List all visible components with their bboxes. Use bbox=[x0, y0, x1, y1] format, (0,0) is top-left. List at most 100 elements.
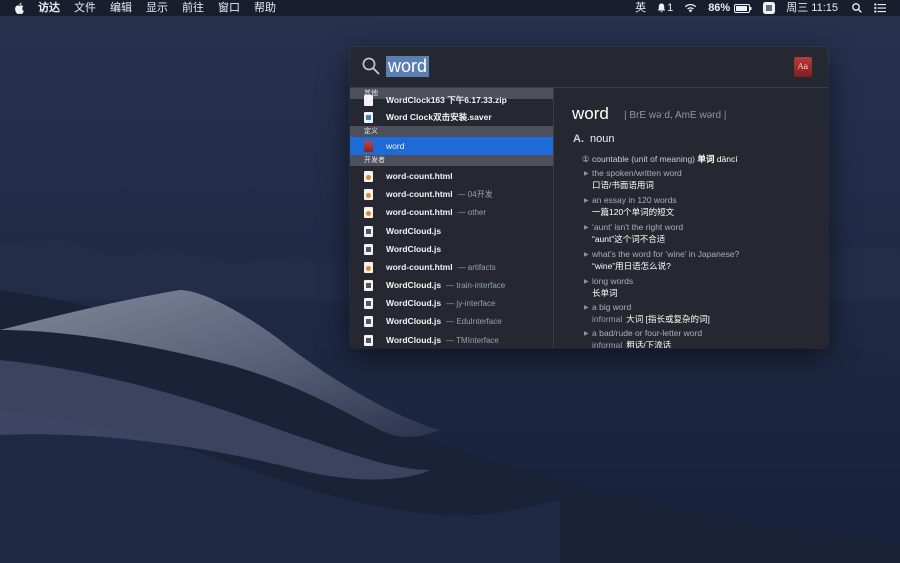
list-item[interactable]: word-count.html — 04开发 bbox=[350, 185, 553, 203]
list-item[interactable]: WordCloud.js bbox=[350, 240, 553, 258]
list-item[interactable]: Word Clock双击安装.saver bbox=[350, 108, 553, 126]
result-name: word-count.html bbox=[386, 171, 453, 181]
result-name: WordCloud.js bbox=[386, 226, 442, 236]
menu-file[interactable]: 文件 bbox=[74, 0, 96, 16]
html-file-icon bbox=[364, 170, 373, 182]
js-file-icon bbox=[364, 279, 373, 291]
result-location: — TMInterface bbox=[446, 335, 499, 345]
result-location: — train-interface bbox=[446, 280, 506, 290]
app-status-icon[interactable] bbox=[763, 2, 776, 14]
notification-bell-icon[interactable] bbox=[657, 3, 666, 13]
pos-label: noun bbox=[590, 133, 615, 145]
result-location: — jy-interface bbox=[446, 298, 496, 308]
js-file-icon bbox=[364, 315, 373, 327]
example-entry: ▶ the spoken/written word 口语/书面语用词 bbox=[584, 168, 682, 191]
menu-help[interactable]: 帮助 bbox=[254, 0, 276, 16]
example-chinese: “aunt”这个词不合适 bbox=[592, 234, 666, 244]
menu-window[interactable]: 窗口 bbox=[218, 0, 240, 16]
result-name: WordClock163 下午6.17.33.zip bbox=[386, 95, 507, 105]
example-chinese-line: informal 大词 [指长或复杂的词] bbox=[592, 313, 710, 325]
list-item[interactable]: word-count.html — artifacts bbox=[350, 258, 553, 276]
example-entry: ▶ what's the word for ‘wine’ in Japanese… bbox=[584, 249, 739, 272]
notification-count: 1 bbox=[667, 2, 674, 14]
menu-app-name[interactable]: 访达 bbox=[38, 0, 60, 16]
result-name: word-count.html bbox=[386, 189, 453, 199]
result-name: WordCloud.js bbox=[386, 335, 442, 345]
result-name: word-count.html bbox=[386, 262, 453, 272]
search-icon bbox=[362, 57, 380, 75]
example-entry: ▶ a big word informal 大词 [指长或复杂的词] bbox=[584, 302, 710, 325]
battery-percentage: 86% bbox=[708, 2, 731, 14]
spotlight-window: word Aa 其他 WordClock163 下午6.17.33.zip Wo… bbox=[350, 47, 828, 348]
example-english: an essay in 120 words bbox=[592, 195, 677, 205]
pos-letter: A. bbox=[573, 133, 584, 145]
example-chinese: 大词 [指长或复杂的词] bbox=[626, 314, 710, 324]
result-name: Word Clock双击安装.saver bbox=[386, 112, 492, 122]
list-item[interactable]: WordCloud.js — jy-interface bbox=[350, 294, 553, 312]
js-file-icon bbox=[364, 243, 373, 255]
example-chinese: 长单词 bbox=[592, 288, 618, 298]
example-chinese-line: informal 粗话/下流话 bbox=[592, 339, 702, 348]
example-chinese: 一篇120个单词的短文 bbox=[592, 207, 675, 217]
notification-center-icon[interactable] bbox=[874, 3, 886, 13]
bullet-triangle-icon: ▶ bbox=[584, 171, 589, 177]
menu-edit[interactable]: 编辑 bbox=[110, 0, 132, 16]
dictionary-pronunciation: | BrE wəːd, AmE wərd | bbox=[624, 110, 727, 121]
menu-view[interactable]: 显示 bbox=[146, 0, 168, 16]
register-tag: informal bbox=[592, 314, 623, 324]
example-english: a big word bbox=[592, 302, 632, 312]
zip-file-icon bbox=[364, 94, 373, 106]
result-location: — 04开发 bbox=[457, 189, 493, 199]
result-name: WordCloud.js bbox=[386, 280, 442, 290]
wifi-icon[interactable] bbox=[684, 3, 697, 13]
bullet-triangle-icon: ▶ bbox=[584, 225, 589, 231]
sense-chinese: 单词 bbox=[697, 154, 715, 164]
result-name: WordCloud.js bbox=[386, 244, 442, 254]
menu-go[interactable]: 前往 bbox=[182, 0, 204, 16]
example-chinese: 口语/书面语用词 bbox=[592, 180, 654, 190]
result-name: word bbox=[386, 141, 405, 151]
section-header-developer: 开发者 bbox=[350, 155, 553, 166]
search-input[interactable]: word bbox=[386, 56, 430, 77]
list-item[interactable]: WordClock163 下午6.17.33.zip bbox=[350, 94, 553, 106]
example-entry: ▶ an essay in 120 words 一篇120个单词的短文 bbox=[584, 195, 677, 218]
input-method-indicator[interactable]: 英 bbox=[635, 0, 646, 16]
list-item[interactable]: WordCloud.js — EduInterface bbox=[350, 312, 553, 330]
result-location: — EduInterface bbox=[446, 316, 502, 326]
list-item[interactable]: WordCloud.js bbox=[350, 222, 553, 240]
list-item[interactable]: WordCloud.js — train-interface bbox=[350, 276, 553, 294]
battery-icon[interactable] bbox=[734, 3, 752, 13]
js-file-icon bbox=[364, 225, 373, 237]
list-item[interactable]: word-count.html — other bbox=[350, 203, 553, 221]
spotlight-search-icon[interactable] bbox=[852, 3, 862, 13]
sense-label: countable (unit of meaning) bbox=[592, 154, 696, 164]
menubar-clock[interactable]: 周三 11:15 bbox=[786, 0, 838, 16]
result-location: — artifacts bbox=[457, 262, 496, 272]
result-location: — other bbox=[457, 207, 487, 217]
html-file-icon bbox=[364, 188, 373, 200]
js-file-icon bbox=[364, 297, 373, 309]
section-header-definition: 定义 bbox=[350, 126, 553, 137]
dictionary-preview: word | BrE wəːd, AmE wərd | A. noun ① cou… bbox=[554, 88, 828, 348]
example-english: long words bbox=[592, 276, 634, 286]
spotlight-search-bar: word Aa bbox=[350, 47, 828, 88]
sense-pinyin: dāncí bbox=[716, 154, 738, 164]
example-entry: ▶ long words 长单词 bbox=[584, 276, 634, 299]
list-item[interactable]: word-count.html bbox=[350, 167, 553, 185]
bullet-triangle-icon: ▶ bbox=[584, 279, 589, 285]
html-file-icon bbox=[364, 206, 373, 218]
bullet-triangle-icon: ▶ bbox=[584, 305, 589, 311]
sense-line: ① countable (unit of meaning) 单词 dāncí bbox=[582, 153, 738, 165]
dictionary-icon bbox=[364, 140, 373, 152]
js-file-icon bbox=[364, 334, 373, 346]
results-list[interactable]: 其他 WordClock163 下午6.17.33.zip Word Clock… bbox=[350, 88, 554, 348]
dictionary-headword: word bbox=[572, 104, 609, 123]
list-item-selected[interactable]: word bbox=[350, 137, 553, 155]
list-item[interactable]: WordCloud.js — TMInterface bbox=[350, 331, 553, 348]
saver-file-icon bbox=[364, 111, 373, 123]
menu-bar: 访达 文件 编辑 显示 前往 窗口 帮助 英 1 86% 周三 11:15 bbox=[0, 0, 900, 16]
dictionary-app-icon: Aa bbox=[794, 57, 812, 77]
apple-logo-icon[interactable] bbox=[12, 0, 26, 16]
example-entry: ▶ ‘aunt’ isn't the right word “aunt”这个词不… bbox=[584, 222, 683, 245]
example-english: a bad/rude or four-letter word bbox=[592, 328, 703, 338]
